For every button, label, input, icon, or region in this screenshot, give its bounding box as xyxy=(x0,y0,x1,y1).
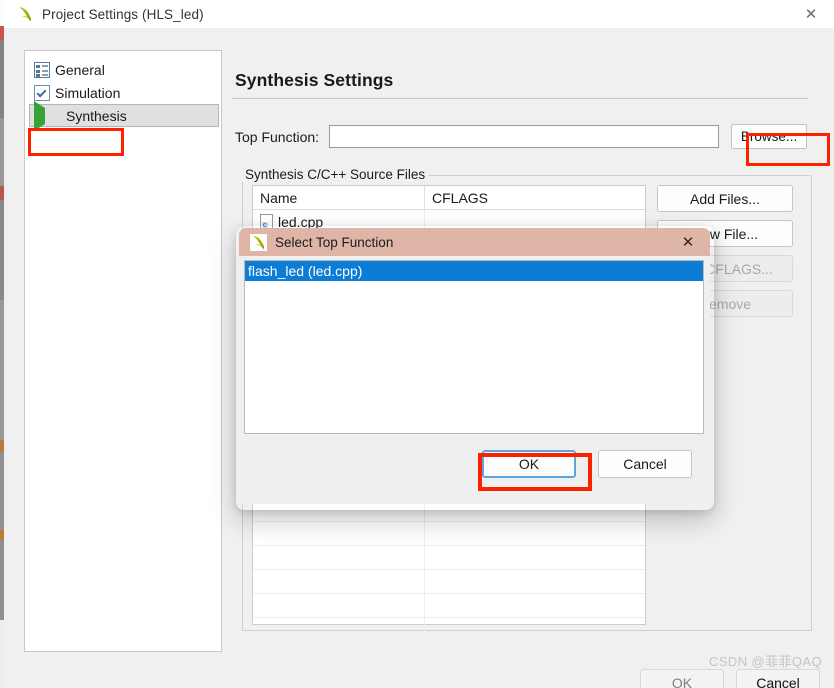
groupbox-legend: Synthesis C/C++ Source Files xyxy=(242,167,430,182)
modal-ok-button[interactable]: OK xyxy=(482,450,576,478)
table-row[interactable] xyxy=(253,570,645,594)
column-header-name: Name xyxy=(253,186,425,209)
vitis-leaf-icon xyxy=(16,5,34,23)
vitis-leaf-icon xyxy=(250,233,267,251)
cell-name xyxy=(253,618,425,641)
cell-name xyxy=(253,546,425,569)
general-icon xyxy=(34,61,50,78)
groupbox-border-right xyxy=(414,175,810,176)
cell-name xyxy=(253,594,425,617)
modal-title: Select Top Function xyxy=(275,234,394,250)
sidebar-item-label: General xyxy=(55,61,105,78)
modal-body: flash_led (led.cpp) OK Cancel xyxy=(239,256,710,504)
top-function-row: Top Function: Browse... xyxy=(232,124,816,149)
sidebar-item-synthesis[interactable]: Synthesis xyxy=(29,101,219,131)
cell-cflags xyxy=(425,618,645,641)
watermark: CSDN @菲菲QAQ xyxy=(709,654,822,669)
cell-name xyxy=(253,522,425,545)
table-row[interactable] xyxy=(253,546,645,570)
window-cancel-button[interactable]: Cancel xyxy=(736,669,820,688)
table-row[interactable] xyxy=(253,522,645,546)
table-row[interactable] xyxy=(253,618,645,642)
window-title: Project Settings (HLS_led) xyxy=(42,6,204,22)
c-file-icon xyxy=(260,214,273,229)
table-row[interactable] xyxy=(253,594,645,618)
select-top-function-dialog: Select Top Function ✕ flash_led (led.cpp… xyxy=(239,228,710,504)
settings-category-list[interactable]: General Simulation Synthesis xyxy=(24,50,222,652)
modal-titlebar: Select Top Function ✕ xyxy=(239,228,710,256)
cell-cflags xyxy=(425,522,645,545)
modal-cancel-button[interactable]: Cancel xyxy=(598,450,692,478)
window-ok-button[interactable]: OK xyxy=(640,669,724,688)
cell-cflags xyxy=(425,546,645,569)
list-item[interactable]: flash_led (led.cpp) xyxy=(245,261,703,281)
top-function-input[interactable] xyxy=(329,125,720,148)
modal-footer: OK Cancel xyxy=(239,436,710,504)
checkbox-icon xyxy=(34,85,50,101)
top-function-listbox[interactable]: flash_led (led.cpp) xyxy=(244,260,704,434)
window-titlebar: Project Settings (HLS_led) ✕ xyxy=(4,0,834,28)
project-settings-window: Project Settings (HLS_led) ✕ General Sim… xyxy=(0,0,834,688)
cell-cflags xyxy=(425,570,645,593)
top-function-label: Top Function: xyxy=(235,128,320,145)
close-icon[interactable]: ✕ xyxy=(666,228,710,256)
green-play-icon xyxy=(34,101,61,131)
column-header-cflags: CFLAGS xyxy=(432,189,489,206)
close-icon[interactable]: ✕ xyxy=(788,0,834,28)
cell-name xyxy=(253,570,425,593)
add-files-button[interactable]: Add Files... xyxy=(657,185,793,212)
table-header: Name CFLAGS xyxy=(253,186,645,210)
cell-cflags xyxy=(425,594,645,617)
sidebar-item-general[interactable]: General xyxy=(25,58,221,81)
browse-button[interactable]: Browse... xyxy=(731,124,808,149)
sidebar-item-label: Simulation xyxy=(55,84,121,101)
sidebar-item-label: Synthesis xyxy=(66,107,127,124)
page-title: Synthesis Settings xyxy=(235,70,394,90)
title-divider xyxy=(232,98,808,99)
